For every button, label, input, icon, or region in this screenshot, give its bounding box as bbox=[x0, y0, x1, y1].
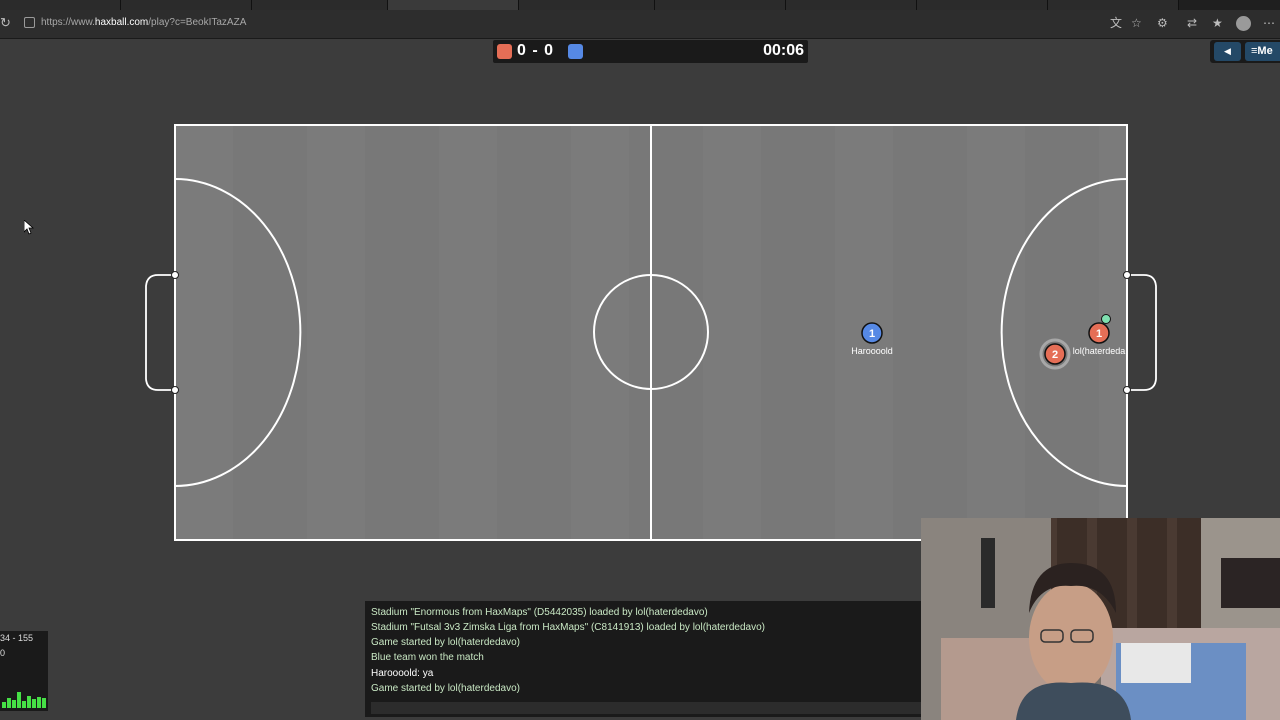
chat-message: Stadium "Enormous from HaxMaps" (D544203… bbox=[371, 607, 708, 618]
chat-message: Stadium "Futsal 3v3 Zimska Liga from Hax… bbox=[371, 622, 765, 633]
blue-player-1: 1 bbox=[861, 322, 883, 344]
chat-message: Blue team won the match bbox=[371, 652, 484, 663]
chat-box: Stadium "Enormous from HaxMaps" (D544203… bbox=[365, 601, 925, 717]
red-player-1-name: lol(haterdeda bbox=[1072, 346, 1126, 356]
loss-readout: 0 bbox=[0, 648, 6, 658]
webcam-overlay bbox=[921, 518, 1280, 720]
chat-message: Game started by lol(haterdedavo) bbox=[371, 683, 520, 694]
blue-player-1-name: Haroooold bbox=[851, 346, 893, 356]
red-player-1-number: 1 bbox=[1096, 328, 1102, 340]
webcam-feed bbox=[921, 518, 1280, 720]
red-player-1: 1 bbox=[1088, 322, 1110, 344]
red-player-2-number: 2 bbox=[1052, 349, 1058, 361]
ping-graph bbox=[2, 690, 46, 708]
chat-message: Game started by lol(haterdedavo) bbox=[371, 637, 520, 648]
chat-message: Haroooold: ya bbox=[371, 668, 434, 679]
network-stats: 34 - 155 0 bbox=[0, 631, 48, 711]
ping-readout: 34 - 155 bbox=[0, 633, 34, 643]
ball bbox=[1101, 314, 1111, 324]
red-player-2: 2 bbox=[1039, 338, 1071, 370]
chat-input[interactable] bbox=[371, 702, 921, 714]
blue-player-1-number: 1 bbox=[869, 328, 875, 340]
